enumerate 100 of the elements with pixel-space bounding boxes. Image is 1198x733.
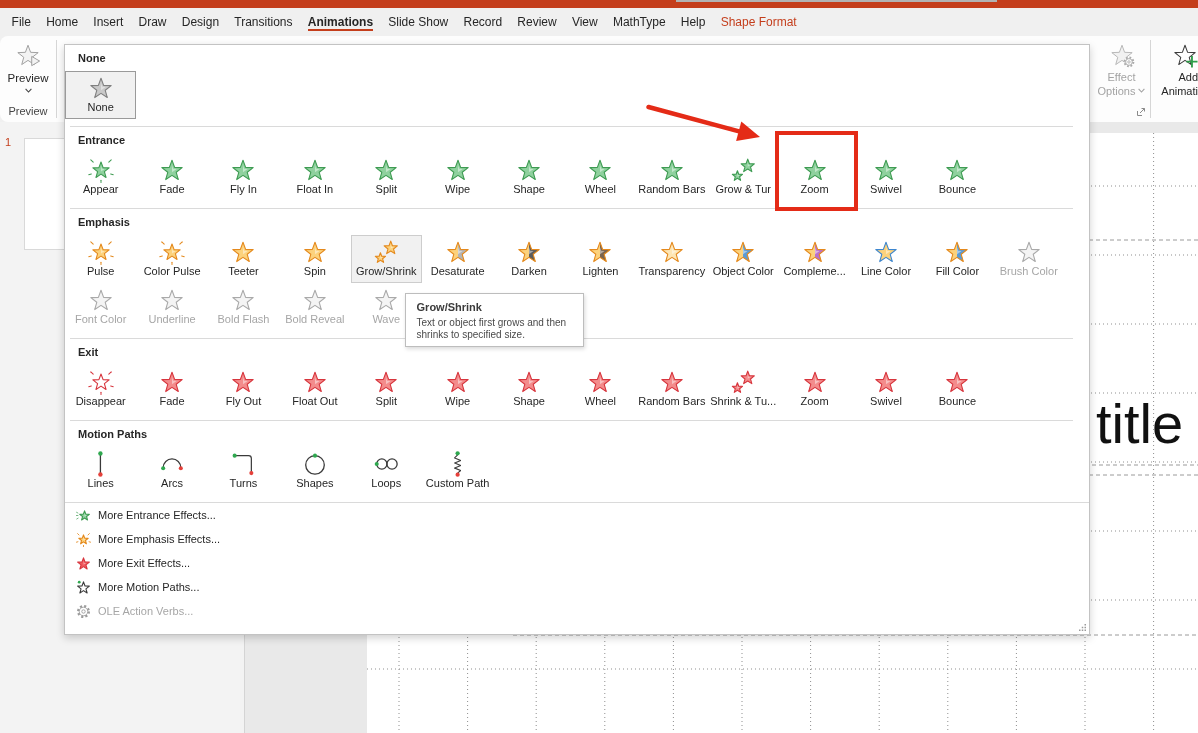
effect-option[interactable]: Fade: [157, 365, 188, 413]
ribbon-tab[interactable]: Slide Show: [380, 8, 456, 36]
effect-option[interactable]: Shrink & Tu...: [708, 365, 779, 413]
effect-option[interactable]: Turns: [227, 447, 260, 495]
star-icon: [944, 157, 971, 183]
effect-option[interactable]: Shape: [511, 365, 547, 413]
ribbon-tab[interactable]: Shape Format: [713, 8, 805, 36]
effect-option[interactable]: Lighten: [580, 235, 621, 283]
ribbon-tab[interactable]: File: [4, 8, 39, 36]
two-tone-star-icon: [944, 239, 971, 265]
star-icon: [587, 157, 614, 183]
chevron-down-icon: [24, 88, 32, 93]
effect-option[interactable]: Float Out: [290, 365, 340, 413]
ribbon-tab[interactable]: Insert: [85, 8, 131, 36]
star-rays-icon: [87, 369, 114, 395]
menu-item[interactable]: More Emphasis Effects...: [65, 527, 1089, 551]
two-tone-star-icon: [730, 239, 757, 265]
effect-option[interactable]: Random Bars: [636, 365, 708, 413]
star-icon: [159, 287, 186, 313]
menu-item[interactable]: More Entrance Effects...: [65, 503, 1089, 527]
effect-option[interactable]: Transparency: [636, 235, 708, 283]
effect-option[interactable]: Bounce: [936, 153, 979, 201]
effect-option[interactable]: Wheel: [582, 153, 618, 201]
effect-option[interactable]: Wipe: [442, 365, 473, 413]
star-icon: [301, 239, 328, 265]
effect-option[interactable]: Lines: [85, 447, 116, 495]
dialog-launcher-icon[interactable]: [1137, 108, 1145, 116]
effect-option[interactable]: None: [65, 71, 137, 119]
star-rays-icon: [87, 157, 114, 183]
effect-option[interactable]: Zoom: [798, 153, 831, 201]
effect-option[interactable]: Zoom: [798, 365, 831, 413]
star-icon: [658, 239, 685, 265]
star-outline-icon: [76, 579, 91, 595]
menu-item[interactable]: More Motion Paths...: [65, 575, 1089, 599]
effect-option[interactable]: Grow & Tur: [713, 153, 773, 201]
effect-option[interactable]: Desaturate: [428, 235, 487, 283]
effect-option[interactable]: Split: [371, 365, 402, 413]
star-icon: [301, 157, 328, 183]
star-icon: [801, 157, 828, 183]
effect-option[interactable]: Float In: [294, 153, 336, 201]
effect-option[interactable]: Arcs: [157, 447, 188, 495]
two-tone-star-icon: [801, 239, 828, 265]
effect-option[interactable]: Teeter: [226, 235, 261, 283]
effect-option[interactable]: Disappear: [73, 365, 128, 413]
effect-option[interactable]: Compleme...: [781, 235, 848, 283]
star-icon: [587, 369, 614, 395]
preview-button[interactable]: Preview: [7, 40, 49, 93]
ribbon-tab[interactable]: Animations: [300, 8, 381, 36]
star-icon: [516, 157, 543, 183]
ribbon-tab[interactable]: View: [564, 8, 606, 36]
star-icon: [230, 157, 257, 183]
resize-grip-icon[interactable]: [1079, 624, 1086, 631]
ribbon-tab[interactable]: Help: [673, 8, 714, 36]
effect-option[interactable]: Random Bars: [636, 153, 708, 201]
effect-option[interactable]: Darken: [509, 235, 549, 283]
effect-option[interactable]: Fade: [157, 153, 188, 201]
line-path-icon: [98, 451, 104, 477]
effect-option[interactable]: Swivel: [868, 153, 904, 201]
effect-option[interactable]: Spin: [299, 235, 330, 283]
effect-option[interactable]: Fly In: [228, 153, 259, 201]
ribbon-tab[interactable]: Record: [455, 8, 510, 36]
effect-option[interactable]: Color Pulse: [141, 235, 203, 283]
effect-option[interactable]: Bounce: [936, 365, 979, 413]
star-icon: [87, 287, 114, 313]
effect-option[interactable]: Shapes: [294, 447, 336, 495]
effect-option[interactable]: Split: [371, 153, 402, 201]
ribbon-tab[interactable]: MathType: [605, 8, 674, 36]
effect-option[interactable]: Swivel: [868, 365, 904, 413]
effect-option[interactable]: Grow/Shrink: [350, 235, 422, 283]
two-stars-icon: [730, 369, 757, 395]
two-tone-star-icon: [516, 239, 543, 265]
ribbon-tab[interactable]: Transitions: [226, 8, 301, 36]
star-icon: [1015, 239, 1042, 265]
effect-option[interactable]: Pulse: [84, 235, 117, 283]
star-icon: [873, 239, 899, 265]
menu-item[interactable]: More Exit Effects...: [65, 551, 1089, 575]
star-icon: [873, 369, 899, 395]
star-play-icon: [15, 42, 41, 68]
effect-option[interactable]: Fly Out: [223, 365, 264, 413]
effect-option[interactable]: Custom Path: [423, 447, 492, 495]
effect-option[interactable]: Line Color: [858, 235, 914, 283]
ribbon-tab[interactable]: Draw: [130, 8, 175, 36]
effect-option[interactable]: Loops: [369, 447, 404, 495]
effect-option[interactable]: Wheel: [582, 365, 618, 413]
two-tone-star-icon: [587, 239, 614, 265]
ribbon-tab[interactable]: Design: [174, 8, 227, 36]
section-heading: Entrance: [78, 133, 126, 148]
effect-option[interactable]: Shape: [511, 153, 547, 201]
ribbon-tab[interactable]: Home: [38, 8, 86, 36]
add-animation-button[interactable]: Add Animati: [1151, 40, 1198, 98]
effect-option[interactable]: Wipe: [442, 153, 473, 201]
effect-option[interactable]: Appear: [80, 153, 121, 201]
ribbon-tab[interactable]: Review: [509, 8, 565, 36]
star-icon: [87, 75, 114, 101]
gear-icon: [76, 603, 91, 619]
group-label: Preview: [8, 104, 48, 118]
effect-option[interactable]: Object Color: [710, 235, 776, 283]
star-rays-icon: [76, 531, 91, 547]
star-gear-icon: [1108, 42, 1135, 68]
effect-option[interactable]: Fill Color: [933, 235, 982, 283]
